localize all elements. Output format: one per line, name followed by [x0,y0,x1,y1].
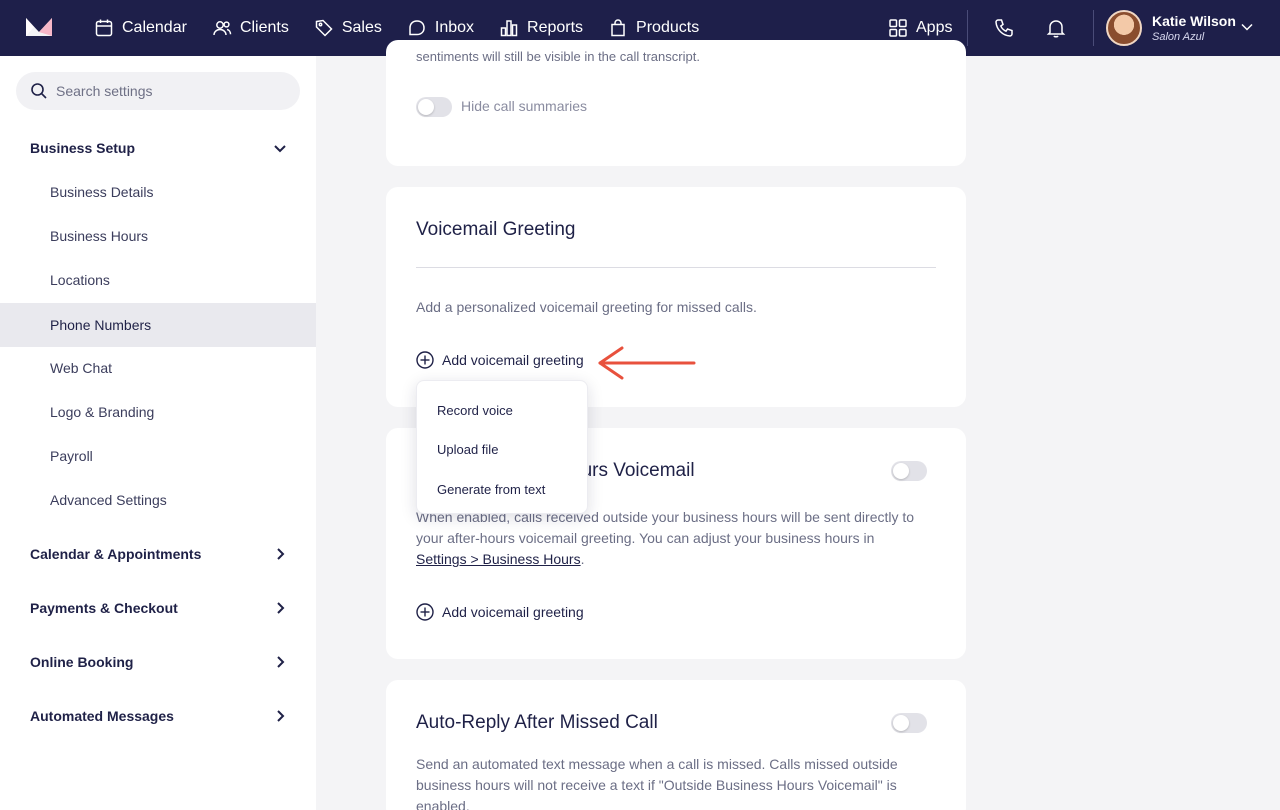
sidebar-section-label: Payments & Checkout [30,600,178,616]
nav-calendar-label: Calendar [122,19,187,36]
users-icon [213,21,232,36]
chevron-right-icon [277,548,285,560]
nav-products-label: Products [636,19,700,36]
chevron-right-icon [277,602,285,614]
bell-icon[interactable] [1045,17,1067,39]
sidebar-item-business-hours[interactable]: Business Hours [0,214,316,258]
plus-circle-icon [416,603,434,621]
nav-divider [967,10,968,46]
menu-item-record-voice[interactable]: Record voice [437,403,513,418]
avatar [1106,10,1142,46]
chevron-down-icon[interactable] [1240,20,1254,34]
sidebar-item-logo-branding[interactable]: Logo & Branding [0,390,316,434]
sidebar-item-label: Logo & Branding [50,404,155,420]
voicemail-greeting-title: Voicemail Greeting [416,219,576,240]
nav-sales-label: Sales [341,19,382,36]
user-text: Katie Wilson Salon Azul [1152,12,1236,44]
chevron-right-icon [277,710,285,722]
add-after-hours-greeting-button[interactable]: Add voicemail greeting [416,603,584,621]
menu-item-upload-file[interactable]: Upload file [437,442,498,457]
add-voicemail-greeting-label: Add voicemail greeting [442,604,584,620]
sidebar-section-online-booking[interactable]: Online Booking [0,640,316,684]
sidebar-item-advanced-settings[interactable]: Advanced Settings [0,478,316,522]
sidebar-item-business-details[interactable]: Business Details [0,170,316,214]
search-box[interactable] [16,72,300,110]
hide-call-summaries-toggle[interactable] [416,97,452,117]
sidebar-item-web-chat[interactable]: Web Chat [0,346,316,390]
sidebar-section-calendar-appointments[interactable]: Calendar & Appointments [0,532,316,576]
sidebar-item-phone-numbers[interactable]: Phone Numbers [0,303,316,347]
after-hours-voicemail-description: When enabled, calls received outside you… [416,507,916,570]
sidebar-item-locations[interactable]: Locations [0,258,316,302]
sidebar-section-payments-checkout[interactable]: Payments & Checkout [0,586,316,630]
sidebar-section-automated-messages[interactable]: Automated Messages [0,694,316,738]
nav-clients[interactable]: Clients [212,0,289,56]
after-hours-description-end: . [580,551,585,567]
sidebar-item-label: Locations [50,272,110,288]
call-summaries-card: sentiments will still be visible in the … [386,40,966,166]
auto-reply-toggle[interactable] [891,713,927,733]
auto-reply-description: Send an automated text message when a ca… [416,756,898,810]
user-business: Salon Azul [1152,31,1205,43]
add-voicemail-greeting-button[interactable]: Add voicemail greeting [416,351,584,369]
tag-icon [315,19,333,37]
sidebar-section-label: Online Booking [30,654,134,670]
sidebar-item-label: Business Details [50,184,154,200]
after-hours-voicemail-toggle[interactable] [891,461,927,481]
nav-clients-label: Clients [239,19,289,36]
voicemail-greeting-description: Add a personalized voicemail greeting fo… [416,299,757,315]
after-hours-voicemail-title: ours Voicemail [571,460,695,481]
user-name: Katie Wilson [1152,13,1236,29]
sidebar-item-label: Business Hours [50,228,149,244]
chevron-down-icon [274,145,286,153]
sidebar-item-label: Phone Numbers [50,317,152,333]
search-icon [31,83,47,99]
after-hours-description-text: When enabled, calls received outside you… [416,509,915,546]
call-summaries-partial-text: sentiments will still be visible in the … [416,49,700,64]
sidebar-item-label: Web Chat [50,360,112,376]
plus-circle-icon [416,351,434,369]
nav-inbox-label: Inbox [434,19,475,36]
apps-grid-icon [889,19,907,37]
nav-apps-label: Apps [916,19,953,36]
phone-icon[interactable] [993,17,1015,39]
menu-item-generate-from-text[interactable]: Generate from text [437,482,545,497]
sidebar-item-label: Advanced Settings [50,492,167,508]
greeting-options-dropdown: Record voice Upload file Generate from t… [416,380,588,514]
brand-logo-icon[interactable] [24,16,54,38]
nav-sales[interactable]: Sales [314,0,382,56]
sidebar-item-payroll[interactable]: Payroll [0,434,316,478]
inbox-icon [409,20,425,36]
calendar-icon [95,19,113,37]
shopping-bag-icon [611,19,625,37]
sidebar-section-label: Calendar & Appointments [30,546,202,562]
auto-reply-card: Auto-Reply After Missed Call Send an aut… [386,680,966,810]
nav-divider [1093,10,1094,46]
nav-apps[interactable]: Apps [888,18,952,38]
sidebar-section-label: Business Setup [30,140,136,156]
sidebar-section-business-setup[interactable]: Business Setup [0,126,316,170]
chevron-right-icon [277,656,285,668]
sidebar-section-label: Automated Messages [30,708,174,724]
business-hours-settings-link[interactable]: Settings > Business Hours [416,551,581,567]
annotation-arrow-icon [598,346,696,380]
add-voicemail-greeting-label: Add voicemail greeting [442,352,584,368]
auto-reply-title: Auto-Reply After Missed Call [416,712,658,733]
bar-chart-icon [500,20,518,37]
nav-calendar[interactable]: Calendar [94,0,187,56]
user-menu[interactable]: Katie Wilson Salon Azul [1106,10,1236,46]
divider [416,267,936,268]
nav-reports-label: Reports [527,19,584,36]
hide-call-summaries-label: Hide call summaries [461,98,588,114]
settings-sidebar: Business Setup Business Details Business… [0,56,316,810]
search-input[interactable] [56,83,286,99]
sidebar-item-label: Payroll [50,448,93,464]
